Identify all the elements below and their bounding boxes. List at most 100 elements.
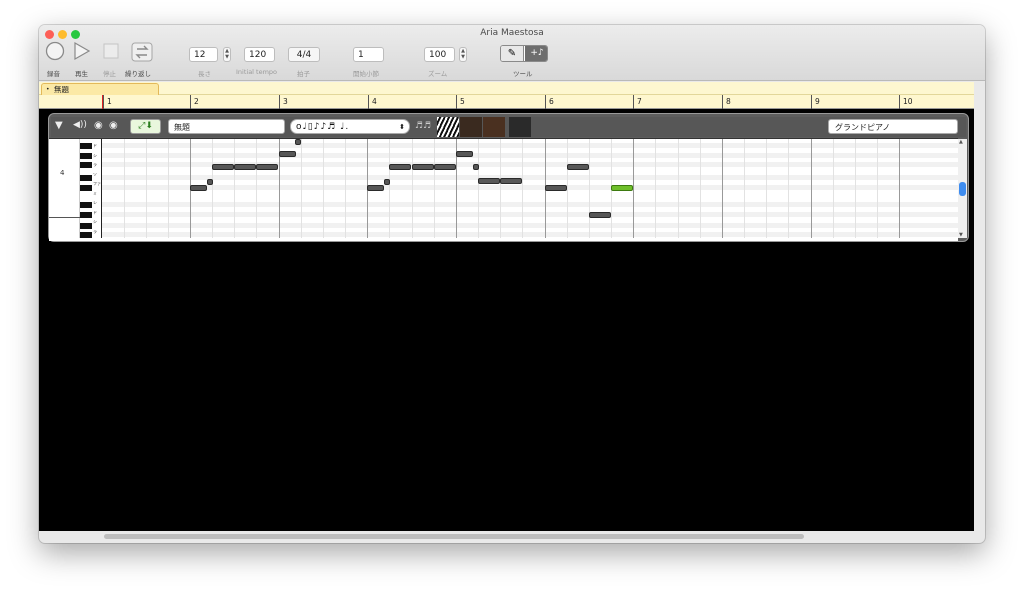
note-block[interactable] — [212, 164, 234, 170]
measure-line — [899, 139, 900, 238]
note-block[interactable] — [478, 178, 500, 184]
guitar-view-icon[interactable] — [460, 117, 482, 137]
pitch-lane — [102, 232, 958, 237]
black-key[interactable] — [80, 185, 92, 191]
time-signature-button[interactable]: 4/4 — [288, 47, 320, 62]
measure-number: 4 — [368, 95, 377, 109]
tempo-label: Initial tempo — [236, 68, 278, 76]
note-block[interactable] — [412, 164, 434, 170]
record-button[interactable] — [45, 41, 65, 65]
beat-line — [744, 139, 745, 238]
key-label: ミ — [93, 190, 97, 196]
duration-selector[interactable]: o♩▯♪♪♬ ♩. ⬍ — [290, 119, 410, 134]
note-block[interactable] — [295, 139, 301, 145]
add-note-tool-button[interactable]: +♪ — [525, 46, 547, 61]
key-label: ラ — [93, 228, 97, 234]
note-block[interactable] — [384, 179, 390, 185]
pitch-lane — [102, 212, 958, 217]
notation-icon[interactable]: ♬♬ — [415, 121, 431, 131]
instrument-selector[interactable]: グランドピアノ — [828, 119, 958, 134]
pitch-lane — [102, 223, 958, 228]
beat-line — [345, 139, 346, 238]
beat-line — [788, 139, 789, 238]
fit-view-button[interactable]: ⤢⬇ — [130, 119, 161, 134]
measure-line — [633, 139, 634, 238]
note-block[interactable] — [190, 185, 207, 191]
solo-radio-icon[interactable]: ◉ — [94, 120, 103, 131]
pitch-lane — [102, 143, 958, 148]
note-block[interactable] — [367, 185, 384, 191]
track-name-field[interactable]: 無題 — [168, 119, 285, 134]
black-key[interactable] — [80, 175, 92, 181]
sequence-tab[interactable]: • 無題 — [41, 83, 159, 95]
black-key[interactable] — [80, 223, 92, 229]
stop-button[interactable] — [101, 41, 121, 65]
note-block[interactable] — [279, 151, 296, 157]
horizontal-scrollbar[interactable] — [104, 534, 804, 539]
scroll-up-icon[interactable]: ▲ — [959, 139, 963, 145]
black-key[interactable] — [80, 162, 92, 168]
beat-line — [766, 139, 767, 238]
duration-stepper-icon[interactable]: ⬍ — [399, 120, 406, 134]
piano-view-icon[interactable] — [437, 117, 459, 137]
black-key[interactable] — [80, 153, 92, 159]
measure-number: 5 — [456, 95, 465, 109]
measure-ruler[interactable]: 1 2 3 4 5 6 7 8 9 10 — [39, 95, 974, 109]
length-label: 長さ — [198, 70, 211, 78]
measure-number: 2 — [190, 95, 199, 109]
beat-line — [323, 139, 324, 238]
note-block[interactable] — [256, 164, 278, 170]
zoom-field[interactable]: 100 — [424, 47, 455, 62]
note-block[interactable] — [545, 185, 567, 191]
controller-view-icon[interactable] — [509, 117, 531, 137]
note-block[interactable] — [500, 178, 522, 184]
piano-keyboard[interactable]: ド シ ラ ソ ファ ミ レ ド シ ラ — [80, 139, 102, 238]
black-key[interactable] — [80, 143, 92, 149]
black-key[interactable] — [80, 232, 92, 238]
note-block[interactable] — [567, 164, 589, 170]
beat-line — [301, 139, 302, 238]
beat-line — [256, 139, 257, 238]
note-block[interactable] — [473, 164, 479, 170]
sequence-tab-label: 無題 — [54, 85, 69, 94]
beat-line — [833, 139, 834, 238]
key-label: ファ — [93, 181, 101, 186]
vertical-scrollbar[interactable]: ▲ ▼ — [958, 139, 967, 238]
beat-line — [500, 139, 501, 238]
beat-line — [877, 139, 878, 238]
note-block[interactable] — [434, 164, 456, 170]
length-field[interactable]: 12 — [189, 47, 218, 62]
note-block[interactable] — [207, 179, 213, 185]
pitch-lane — [102, 153, 958, 158]
note-block[interactable] — [589, 212, 611, 218]
pencil-tool-button[interactable]: ✎ — [501, 46, 524, 61]
zoom-stepper[interactable]: ▲ ▼ — [459, 47, 467, 62]
piano-roll[interactable]: 4 ド シ ラ ソ ファ ミ レ ド シ ラ — [49, 138, 958, 241]
collapse-triangle-icon[interactable]: ▼ — [55, 120, 63, 131]
measure-number: 8 — [722, 95, 731, 109]
play-button[interactable] — [72, 41, 92, 65]
start-measure-field[interactable]: 1 — [353, 47, 384, 62]
selected-note-block[interactable] — [611, 185, 633, 191]
note-block[interactable] — [456, 151, 473, 157]
black-key[interactable] — [80, 202, 92, 208]
note-block[interactable] — [389, 164, 411, 170]
beat-line — [212, 139, 213, 238]
note-block[interactable] — [234, 164, 256, 170]
tempo-field[interactable]: 120 — [244, 47, 275, 62]
black-key[interactable] — [80, 212, 92, 218]
pitch-lane — [102, 185, 958, 190]
drum-view-icon[interactable] — [483, 117, 505, 137]
scroll-down-icon[interactable]: ▼ — [959, 232, 963, 238]
length-stepper[interactable]: ▲ ▼ — [223, 47, 231, 62]
speaker-icon[interactable]: ◀)) — [73, 120, 87, 130]
zoom-label: ズーム — [428, 70, 448, 78]
key-label: ラ — [93, 162, 97, 167]
play-icon — [74, 41, 91, 61]
pencil-icon: ✎ — [507, 48, 517, 59]
mute-radio-icon[interactable]: ◉ — [109, 120, 118, 131]
loop-button[interactable] — [130, 41, 154, 67]
scrollbar-thumb[interactable] — [959, 182, 966, 196]
stop-icon — [103, 43, 119, 59]
record-label: 録音 — [47, 70, 60, 78]
